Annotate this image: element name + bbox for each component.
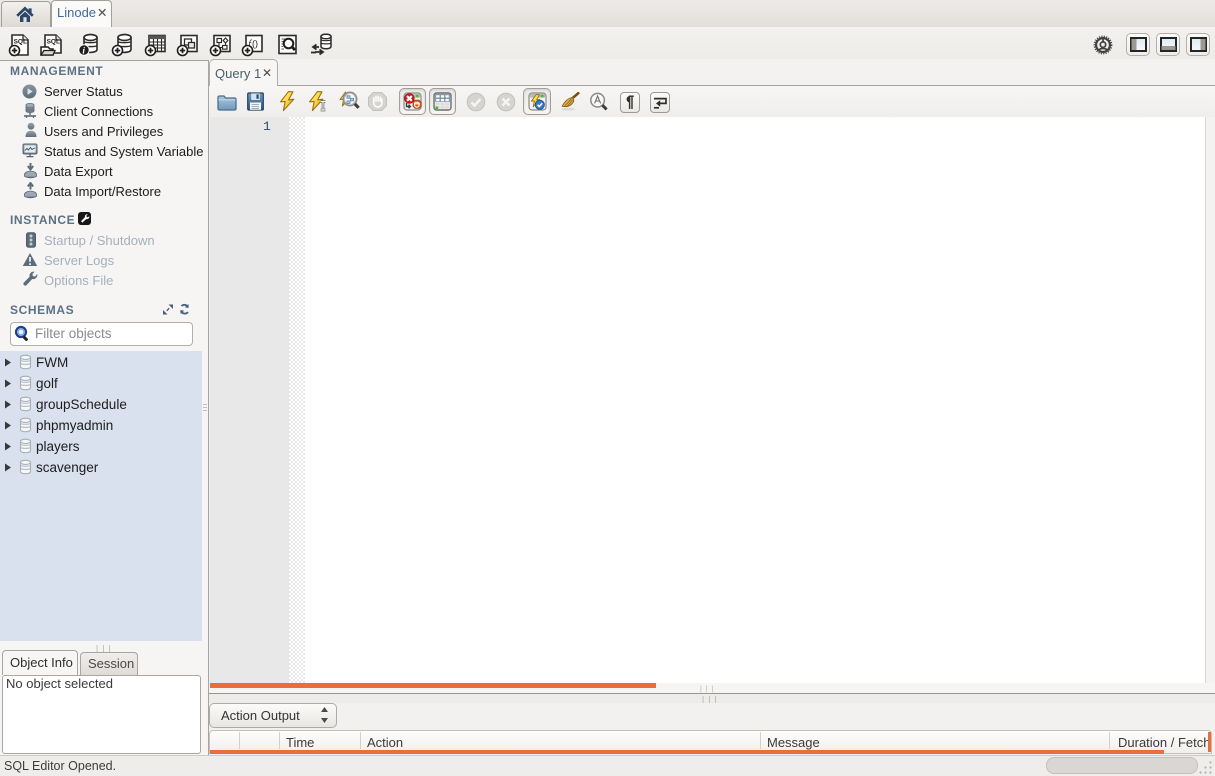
svg-text:SQL: SQL <box>47 39 60 46</box>
svg-text:SQL: SQL <box>14 39 27 46</box>
svg-text:(): () <box>252 39 258 49</box>
svg-text:i: i <box>82 47 85 57</box>
